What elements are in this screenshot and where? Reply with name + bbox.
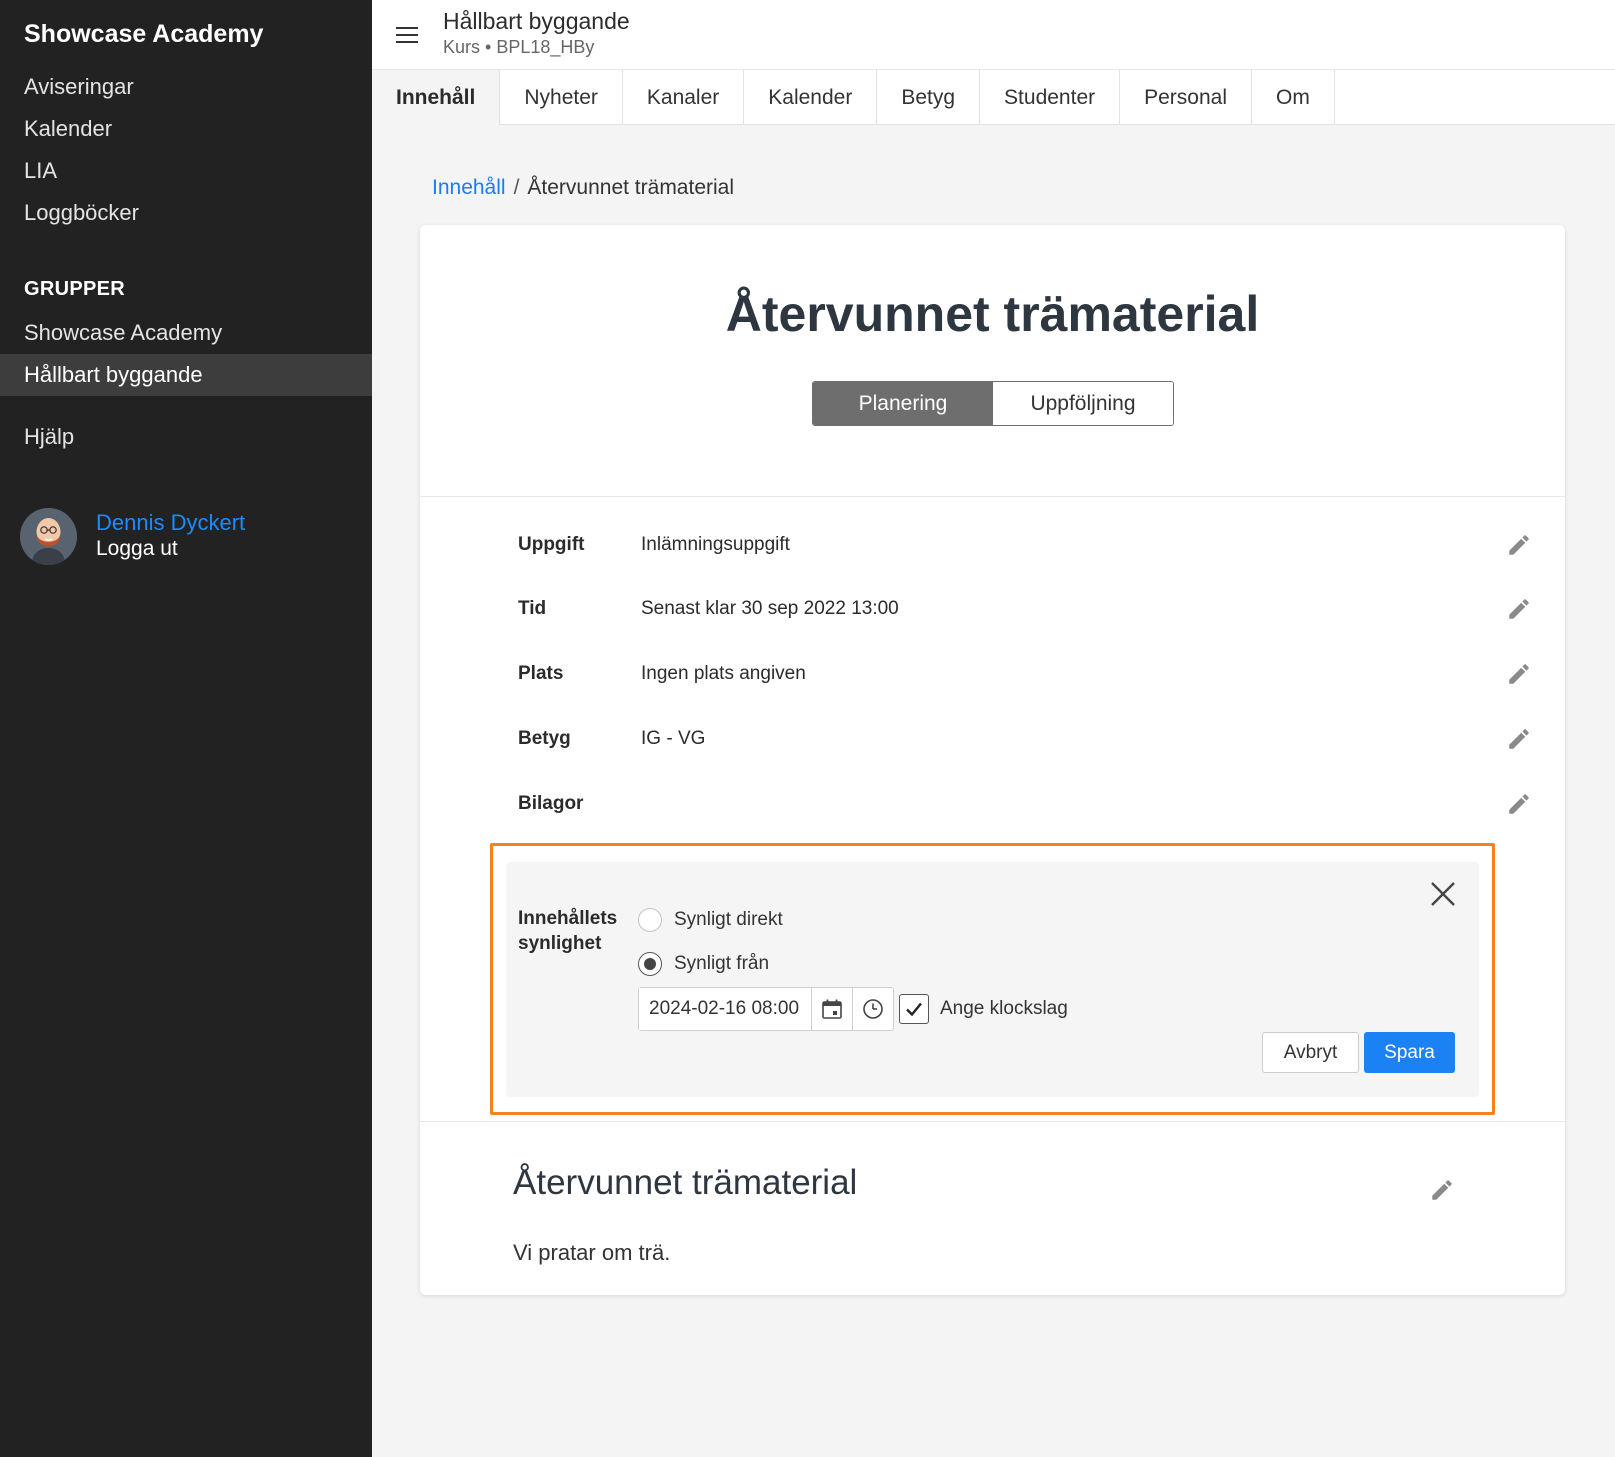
visibility-panel: Innehållets synlighet Synligt direkt Syn… [506, 862, 1479, 1097]
radio-button-selected[interactable] [638, 952, 662, 976]
groups-list: Showcase Academy Hållbart byggande [0, 312, 372, 396]
sidebar-nav: Aviseringar Kalender LIA Loggböcker [0, 66, 372, 234]
checkbox-label[interactable]: Ange klockslag [940, 998, 1068, 1020]
row-label: Betyg [518, 728, 571, 749]
view-toggle: Planering Uppföljning [812, 381, 1174, 426]
tab-studenter[interactable]: Studenter [980, 70, 1121, 125]
brand-title[interactable]: Showcase Academy [24, 20, 263, 49]
sidebar-item-aviseringar[interactable]: Aviseringar [0, 66, 372, 108]
breadcrumb-current: Återvunnet trämaterial [527, 176, 735, 199]
section-body-text: Vi pratar om trä. [513, 1240, 671, 1265]
row-value: IG - VG [641, 728, 706, 749]
breadcrumb: Innehåll / Återvunnet trämaterial [432, 176, 734, 200]
row-plats: Plats Ingen plats angiven [518, 655, 1529, 695]
sidebar-item-hallbart-byggande[interactable]: Hållbart byggande [0, 354, 372, 396]
row-label: Bilagor [518, 793, 584, 814]
ange-klockslag-checkbox[interactable] [899, 994, 929, 1024]
user-name-link[interactable]: Dennis Dyckert [96, 510, 245, 536]
radio-synligt-direkt[interactable]: Synligt direkt [638, 907, 783, 933]
pencil-icon[interactable] [1506, 596, 1532, 622]
row-betyg: Betyg IG - VG [518, 720, 1529, 760]
top-header: Hållbart byggande Kurs • BPL18_HBy [372, 0, 1615, 70]
pencil-icon[interactable] [1506, 791, 1532, 817]
row-bilagor: Bilagor [518, 785, 1529, 825]
course-title: Hållbart byggande [443, 8, 630, 34]
row-value: Ingen plats angiven [641, 663, 806, 684]
sidebar: Showcase Academy Aviseringar Kalender LI… [0, 0, 372, 1457]
visibility-label: Innehållets synlighet [518, 906, 617, 956]
radio-label: Synligt från [674, 953, 770, 974]
avatar[interactable] [20, 508, 77, 565]
row-uppgift: Uppgift Inlämningsuppgift [518, 526, 1529, 566]
cancel-button[interactable]: Avbryt [1262, 1032, 1359, 1073]
tab-personal[interactable]: Personal [1120, 70, 1253, 125]
logout-link[interactable]: Logga ut [96, 537, 178, 561]
sidebar-item-lia[interactable]: LIA [0, 150, 372, 192]
pencil-icon[interactable] [1429, 1177, 1455, 1203]
sidebar-item-kalender[interactable]: Kalender [0, 108, 372, 150]
pencil-icon[interactable] [1506, 661, 1532, 687]
tab-om[interactable]: Om [1252, 70, 1335, 125]
course-subtitle: Kurs • BPL18_HBy [443, 37, 595, 57]
tab-innehall[interactable]: Innehåll [372, 70, 501, 125]
row-label: Tid [518, 598, 547, 619]
tab-betyg[interactable]: Betyg [877, 70, 981, 125]
checkmark-icon [906, 1002, 922, 1017]
tab-kalender[interactable]: Kalender [744, 70, 878, 125]
sidebar-item-help[interactable]: Hjälp [24, 424, 74, 450]
close-icon[interactable] [1429, 880, 1457, 908]
datetime-picker [638, 987, 894, 1031]
tab-nyheter[interactable]: Nyheter [500, 70, 623, 125]
breadcrumb-link-innehall[interactable]: Innehåll [432, 176, 506, 199]
sidebar-item-showcase-academy[interactable]: Showcase Academy [0, 312, 372, 354]
radio-button[interactable] [638, 908, 662, 932]
calendar-icon[interactable] [811, 988, 852, 1030]
radio-label: Synligt direkt [674, 909, 783, 930]
pencil-icon[interactable] [1506, 726, 1532, 752]
row-label: Uppgift [518, 534, 585, 555]
user-block: Dennis Dyckert Logga ut [20, 508, 360, 568]
row-value: Senast klar 30 sep 2022 13:00 [641, 598, 899, 619]
sidebar-item-loggbocker[interactable]: Loggböcker [0, 192, 372, 234]
divider [420, 496, 1565, 497]
visibility-label-line1: Innehållets [518, 908, 618, 929]
save-button[interactable]: Spara [1364, 1032, 1455, 1073]
datetime-input[interactable] [639, 988, 811, 1030]
breadcrumb-separator: / [513, 176, 520, 199]
clock-icon[interactable] [852, 988, 893, 1030]
groups-heading: GRUPPER [24, 278, 126, 300]
divider [420, 1121, 1565, 1122]
row-tid: Tid Senast klar 30 sep 2022 13:00 [518, 590, 1529, 630]
course-tabs: Innehåll Nyheter Kanaler Kalender Betyg … [372, 70, 1615, 125]
pencil-icon[interactable] [1506, 532, 1532, 558]
hamburger-menu-icon[interactable] [396, 24, 420, 46]
row-value: Inlämningsuppgift [641, 534, 790, 555]
planering-toggle-button[interactable]: Planering [813, 382, 993, 425]
radio-synligt-fran[interactable]: Synligt från [638, 951, 769, 977]
content-card: Återvunnet trämaterial Planering Uppfölj… [420, 225, 1565, 1295]
section-heading: Återvunnet trämaterial [513, 1163, 858, 1202]
visibility-label-line2: synlighet [518, 933, 602, 954]
uppfoljning-toggle-button[interactable]: Uppföljning [993, 382, 1173, 425]
page-title: Återvunnet trämaterial [725, 286, 1260, 342]
tab-kanaler[interactable]: Kanaler [623, 70, 745, 125]
row-label: Plats [518, 663, 564, 684]
